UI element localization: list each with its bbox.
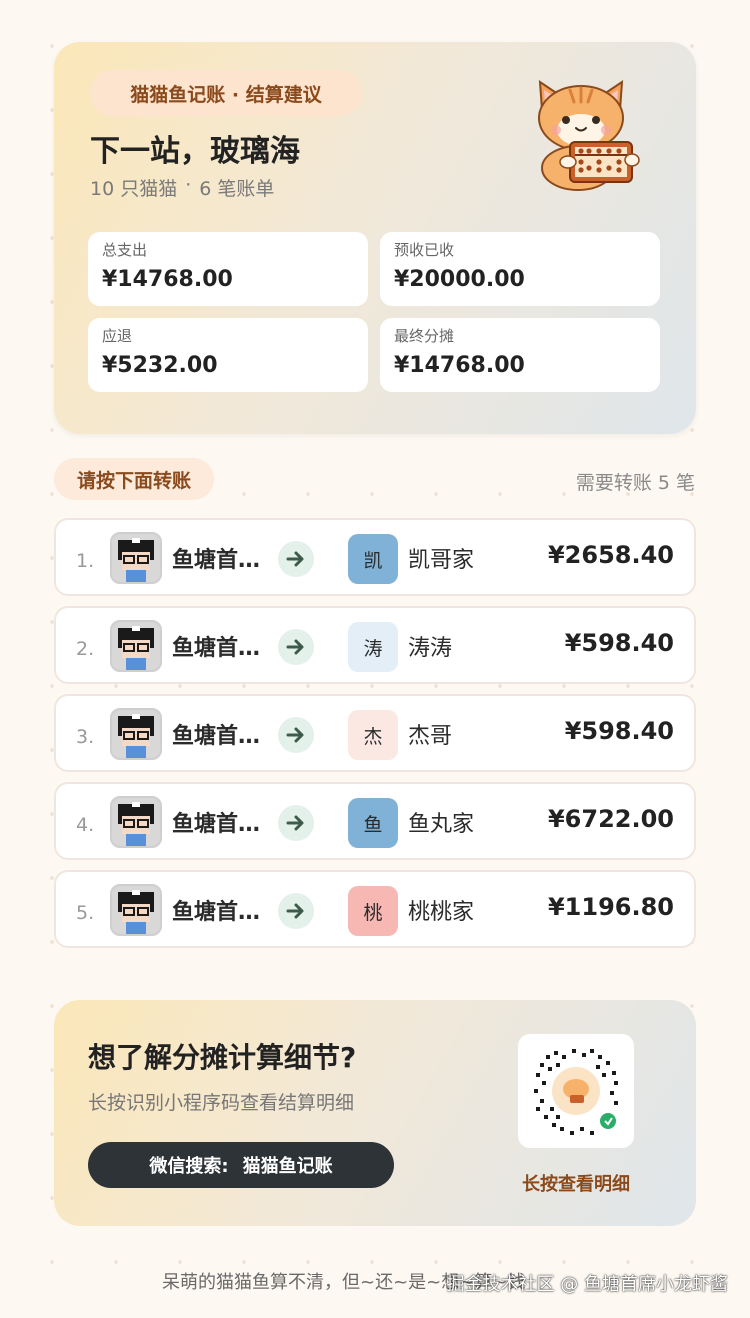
transfers-section-title: 请按下面转账 (54, 458, 214, 500)
arrow-right-icon (278, 717, 314, 753)
payer-name: 鱼塘首席小龙虾酱 (172, 724, 272, 749)
stat-total-expense: 总支出 ¥14768.00 (88, 232, 368, 306)
transfer-row: 3. 鱼塘首席小龙虾酱 杰杰哥 ¥598.40 (54, 694, 696, 772)
transfer-amount: ¥598.40 (564, 717, 674, 745)
arrow-right-icon (278, 805, 314, 841)
transfer-row: 1. 鱼塘首席小龙虾酱 凯凯哥家 ¥2658.40 (54, 518, 696, 596)
payer-name: 鱼塘首席小龙虾酱 (172, 812, 272, 837)
stat-label: 预收已收 (394, 241, 455, 259)
meta-separator: · (185, 174, 192, 196)
payer-avatar (110, 532, 162, 584)
payee-name: 涛涛 (408, 636, 453, 661)
stat-refund-due: 应退 ¥5232.00 (88, 318, 368, 392)
payer-avatar (110, 884, 162, 936)
cat-abacus-mascot-icon (538, 80, 640, 191)
payer-avatar (110, 796, 162, 848)
stat-final-share: 最终分摊 ¥14768.00 (380, 318, 660, 392)
stat-value: ¥14768.00 (102, 267, 233, 292)
search-app-name: 猫猫鱼记账 (242, 1156, 333, 1177)
arrow-right-icon (278, 893, 314, 929)
watermark: 掘金技术社区 @ 鱼塘首席小龙虾酱 (446, 1274, 728, 1295)
transfer-amount: ¥6722.00 (547, 805, 674, 833)
transfer-index: 5. (76, 902, 95, 924)
payee-avatar: 鱼 (348, 798, 398, 848)
payee-avatar: 涛 (348, 622, 398, 672)
transfer-amount: ¥598.40 (564, 629, 674, 657)
wechat-search-button[interactable]: 微信搜索: 猫猫鱼记账 (88, 1142, 394, 1188)
payer-avatar (110, 708, 162, 760)
promo-card: 想了解分摊计算细节? 长按识别小程序码查看结算明细 微信搜索: 猫猫鱼记账 长按… (54, 1000, 696, 1226)
promo-title: 想了解分摊计算细节? (88, 1041, 357, 1074)
stat-value: ¥20000.00 (394, 267, 525, 292)
transfers-count: 需要转账 5 笔 (575, 472, 695, 494)
payee-avatar: 凯 (348, 534, 398, 584)
stat-label: 应退 (102, 327, 133, 345)
search-prefix: 微信搜索: (149, 1156, 229, 1177)
transfer-index: 4. (76, 814, 95, 836)
payee-name: 桃桃家 (408, 900, 475, 925)
payee-name: 鱼丸家 (408, 812, 475, 837)
member-count: 10 只猫猫 (90, 178, 178, 200)
payee-avatar: 杰 (348, 710, 398, 760)
transfer-amount: ¥2658.40 (547, 541, 674, 569)
stat-value: ¥14768.00 (394, 353, 525, 378)
arrow-right-icon (278, 541, 314, 577)
payer-avatar (110, 620, 162, 672)
summary-card: 猫猫鱼记账 · 结算建议 下一站，玻璃海 10 只猫猫 · 6 笔账单 总支出 … (54, 42, 696, 434)
trip-meta: 10 只猫猫 · 6 笔账单 (90, 174, 274, 201)
arrow-right-icon (278, 629, 314, 665)
payer-name: 鱼塘首席小龙虾酱 (172, 636, 272, 661)
payer-name: 鱼塘首席小龙虾酱 (172, 548, 272, 573)
trip-title: 下一站，玻璃海 (90, 134, 300, 169)
mini-program-qr-code[interactable] (518, 1034, 634, 1148)
app-tag: 猫猫鱼记账 · 结算建议 (90, 70, 362, 116)
transfer-index: 3. (76, 726, 95, 748)
transfer-index: 1. (76, 550, 95, 572)
transfer-row: 2. 鱼塘首席小龙虾酱 涛涛涛 ¥598.40 (54, 606, 696, 684)
transfer-row: 5. 鱼塘首席小龙虾酱 桃桃桃家 ¥1196.80 (54, 870, 696, 948)
payer-name: 鱼塘首席小龙虾酱 (172, 900, 272, 925)
stat-prepaid-received: 预收已收 ¥20000.00 (380, 232, 660, 306)
payee-avatar: 桃 (348, 886, 398, 936)
transfer-index: 2. (76, 638, 95, 660)
stat-label: 最终分摊 (394, 327, 455, 345)
bill-count: 6 笔账单 (199, 178, 275, 200)
transfer-amount: ¥1196.80 (547, 893, 674, 921)
stat-label: 总支出 (102, 241, 148, 259)
payee-name: 杰哥 (408, 724, 453, 749)
transfer-row: 4. 鱼塘首席小龙虾酱 鱼鱼丸家 ¥6722.00 (54, 782, 696, 860)
payee-name: 凯哥家 (408, 548, 475, 573)
stat-value: ¥5232.00 (102, 353, 218, 378)
qr-code-icon (528, 1043, 624, 1139)
promo-subtitle: 长按识别小程序码查看结算明细 (88, 1092, 355, 1114)
qr-caption: 长按查看明细 (522, 1174, 630, 1195)
